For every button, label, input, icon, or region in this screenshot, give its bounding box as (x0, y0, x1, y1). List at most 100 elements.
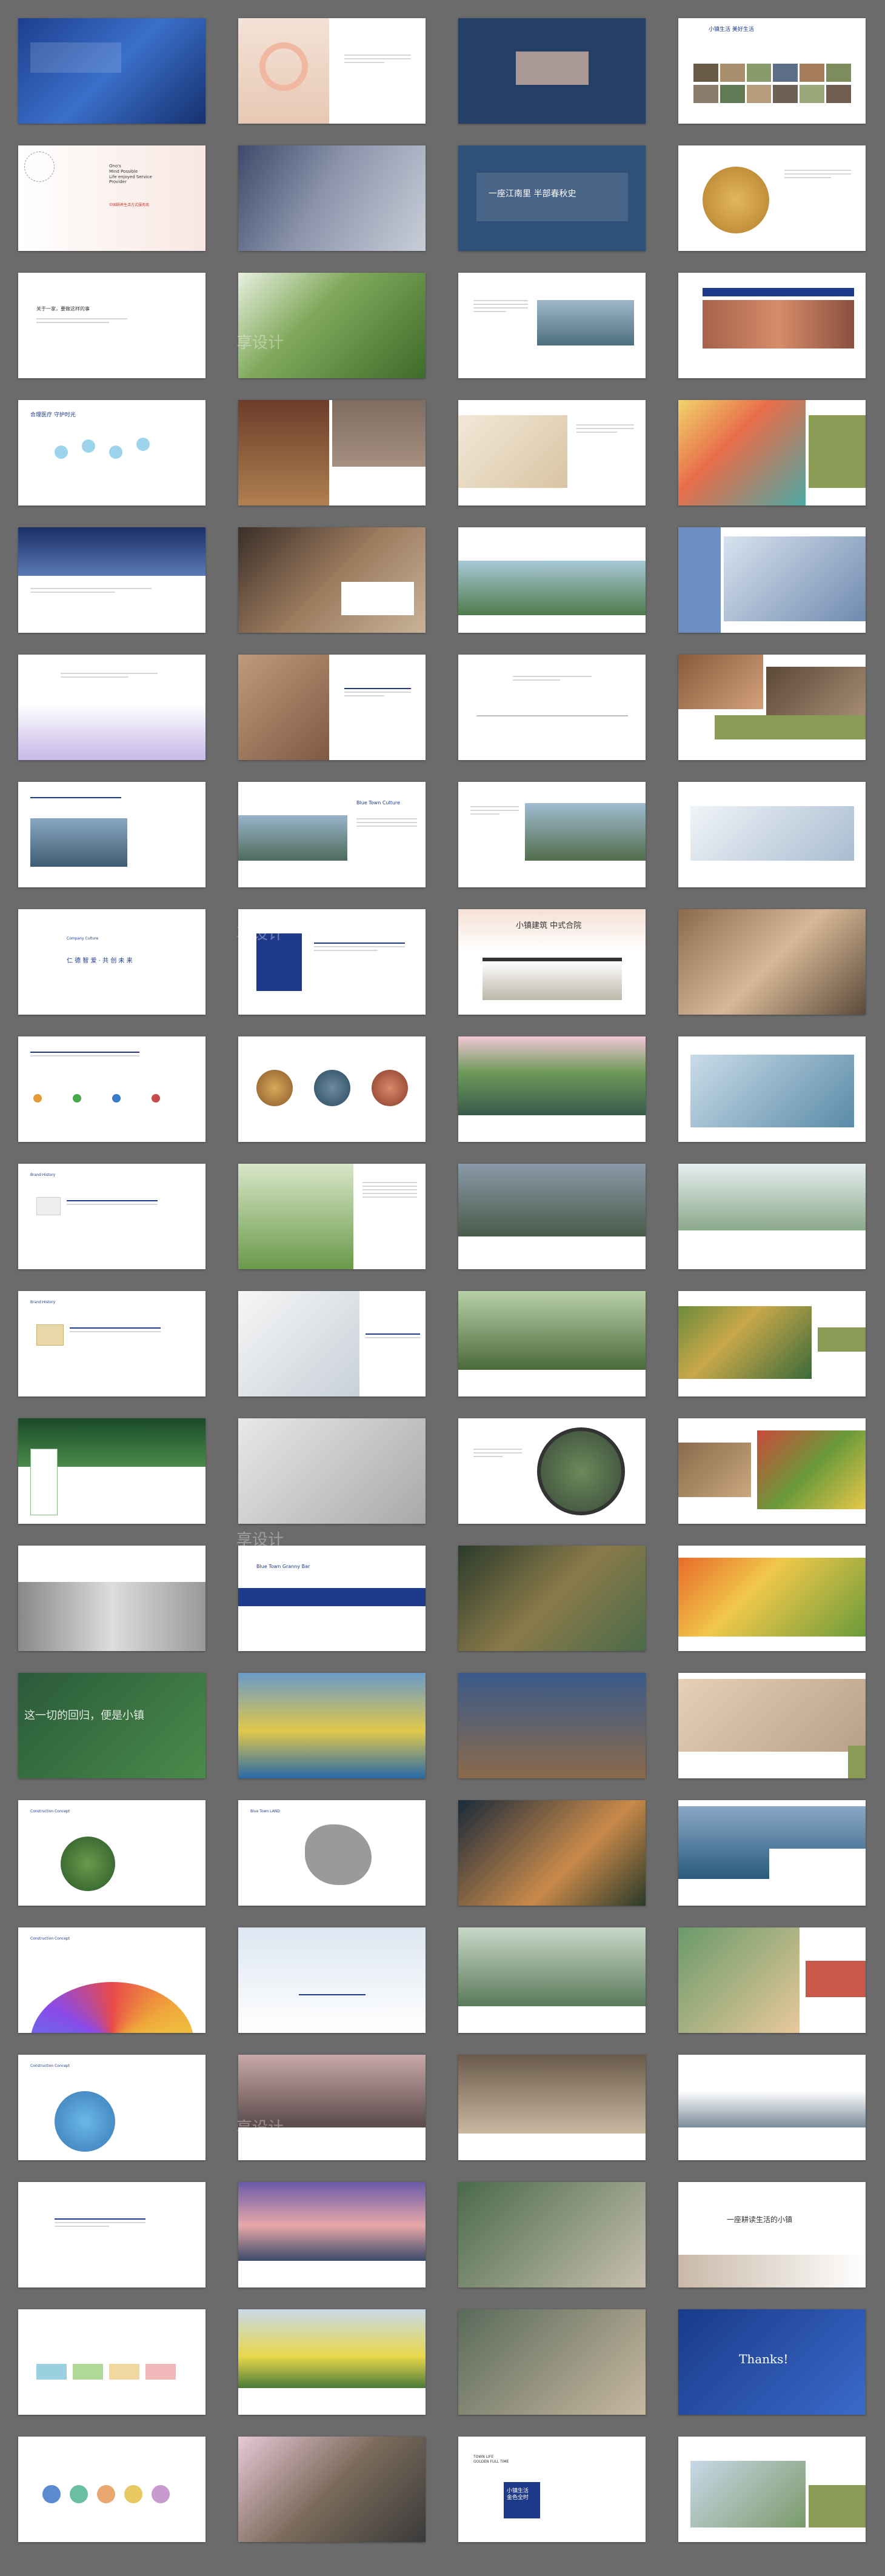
slide-37-title: Brand History (30, 1173, 56, 1177)
slide-37-brand-history[interactable]: Brand History (18, 1164, 205, 1269)
slide-72-farming-town[interactable]: 一座耕读生活的小镇 (678, 2182, 866, 2287)
slide-4-title: 小镇生活 美好生活 (709, 27, 754, 33)
slide-40-greenhouse[interactable] (678, 1164, 866, 1269)
slide-7-jiangnan-title[interactable]: 一座江南里 半部春秋史 (458, 145, 646, 251)
slide-4-town-life[interactable]: 小镇生活 美好生活 (678, 18, 866, 124)
slide-39-misty-house[interactable] (458, 1164, 646, 1269)
slide-29-motto: 仁 德 智 爱 · 共 创 未 来 (67, 958, 133, 964)
slide-79-chinese: 小镇生活 金色全时 (507, 2488, 529, 2501)
slide-10-green-plants[interactable] (238, 273, 426, 378)
slide-76-title: Thanks! (739, 2352, 789, 2366)
slide-61-title: Construction Concept (30, 1937, 70, 1941)
slide-70-lake-dusk[interactable] (238, 2182, 426, 2287)
slide-30-blue-block[interactable] (238, 909, 426, 1015)
slide-59-night-villa[interactable] (458, 1800, 646, 1906)
slide-71-pine-garden[interactable] (458, 2182, 646, 2287)
slide-54-lake[interactable] (238, 1673, 426, 1778)
slide-49-bw-faces[interactable] (18, 1546, 205, 1651)
slide-55-dusk-town[interactable] (458, 1673, 646, 1778)
slide-19-valley[interactable] (458, 527, 646, 633)
slide-33-badges[interactable] (18, 1036, 205, 1142)
slide-74-rape-fields[interactable] (238, 2309, 426, 2415)
slide-79-english: TOWN LIFE GOLDEN FULL TIME (473, 2455, 509, 2464)
slide-65-globe-cartoon[interactable]: Construction Concept (18, 2055, 205, 2160)
slide-14-library[interactable] (238, 400, 426, 506)
slide-17-dusk-dock[interactable] (18, 527, 205, 633)
slide-29-title: Company Culture (67, 936, 99, 941)
slide-24-restaurant[interactable] (678, 655, 866, 760)
slide-44-market[interactable] (678, 1291, 866, 1396)
slide-68-ink-mountains[interactable] (678, 2055, 866, 2160)
slide-35-garden-pond[interactable] (458, 1036, 646, 1142)
slide-5-english: Ono's Mind Possible Life enjoyed Service… (109, 164, 152, 185)
slide-57-title: Construction Concept (30, 1809, 70, 1814)
slide-2-heart-hands[interactable] (238, 18, 426, 124)
slide-75-villa-street[interactable] (458, 2309, 646, 2415)
slide-34-circles[interactable] (238, 1036, 426, 1142)
slide-58-title: Blue Town LAND (250, 1809, 280, 1814)
slide-41-certificate[interactable]: Brand History (18, 1291, 205, 1396)
slide-5-brand-intro[interactable]: Ono's Mind Possible Life enjoyed Service… (18, 145, 205, 251)
slide-43-pavilion[interactable] (458, 1291, 646, 1396)
slide-56-family[interactable] (678, 1673, 866, 1778)
slide-67-gate-path[interactable] (458, 2055, 646, 2160)
slide-31-title: 小镇建筑 中式合院 (516, 921, 582, 930)
slide-26-culture[interactable]: Blue Town Culture (238, 782, 426, 887)
slide-28-care-service[interactable] (678, 782, 866, 887)
slide-38-green-path[interactable] (238, 1164, 426, 1269)
slide-41-title: Brand History (30, 1300, 56, 1304)
slide-72-title: 一座耕读生活的小镇 (727, 2215, 793, 2224)
slide-20-gym[interactable] (678, 527, 866, 633)
slide-79-golden-time[interactable]: TOWN LIFE GOLDEN FULL TIME 小镇生活 金色全时 (458, 2437, 646, 2542)
slide-27-town-aerial[interactable] (458, 782, 646, 887)
slide-63-courtyard-day[interactable] (458, 1927, 646, 2033)
slide-7-title: 一座江南里 半部春秋史 (489, 189, 576, 199)
slide-61-rainbow[interactable]: Construction Concept (18, 1927, 205, 2033)
slide-25-aerial[interactable] (18, 782, 205, 887)
slide-76-thanks[interactable]: Thanks! (678, 2309, 866, 2415)
slide-42-doctors[interactable] (238, 1291, 426, 1396)
slide-57-construction-tree[interactable]: Construction Concept (18, 1800, 205, 1906)
slide-69-cycle[interactable] (18, 2182, 205, 2287)
slide-50-blue-band[interactable]: Blue Town Granny Bar (238, 1546, 426, 1651)
slide-1-cover-blue[interactable] (18, 18, 205, 124)
slide-64-pool[interactable] (678, 1927, 866, 2033)
slide-45-green-leaves[interactable] (18, 1418, 205, 1524)
slide-66-village-dusk[interactable] (238, 2055, 426, 2160)
slide-60-riverside[interactable] (678, 1800, 866, 1906)
slide-8-children[interactable] (678, 145, 866, 251)
slide-9-title: 关于一家，要做这样的事 (36, 306, 90, 312)
slide-6-students[interactable] (238, 145, 426, 251)
slide-15-map[interactable] (458, 400, 646, 506)
slide-23-bamboo-sketch[interactable] (458, 655, 646, 760)
slide-11-hills[interactable] (458, 273, 646, 378)
slide-36-garden-life[interactable] (678, 1036, 866, 1142)
slide-78-cherry-street[interactable] (238, 2437, 426, 2542)
slide-53-title: 这一切的回归，便是小镇 (24, 1709, 144, 1722)
slide-32-interior[interactable] (678, 909, 866, 1015)
slide-9-statement[interactable]: 关于一家，要做这样的事 (18, 273, 205, 378)
slide-48-vegetables[interactable] (678, 1418, 866, 1524)
slide-31-courtyard[interactable]: 小镇建筑 中式合院 (458, 909, 646, 1015)
slide-5-chinese: 中国颐养生活方式服务商 (109, 203, 150, 207)
slide-53-return-town[interactable]: 这一切的回归，便是小镇 (18, 1673, 205, 1778)
slide-77-color-circles[interactable] (18, 2437, 205, 2542)
slide-13-medical-timeline[interactable]: 合理医疗 守护时光 (18, 400, 205, 506)
slide-65-title: Construction Concept (30, 2064, 70, 2068)
slide-58-china-map[interactable]: Blue Town LAND (238, 1800, 426, 1906)
slide-52-produce[interactable] (678, 1546, 866, 1651)
slide-21-lavender[interactable] (18, 655, 205, 760)
slide-80-elder-family[interactable] (678, 2437, 866, 2542)
slide-contact-sheet: 小镇生活 美好生活 Ono's Mind Possible Life enjoy… (0, 0, 885, 2576)
slide-51-night-garden[interactable] (458, 1546, 646, 1651)
slide-29-company-culture[interactable]: Company Culture 仁 德 智 爱 · 共 创 未 来 (18, 909, 205, 1015)
slide-3-dark-title[interactable] (458, 18, 646, 124)
slide-73-swatches[interactable] (18, 2309, 205, 2415)
slide-18-service-staff[interactable] (238, 527, 426, 633)
slide-62-sky[interactable] (238, 1927, 426, 2033)
slide-46-elder-care[interactable] (238, 1418, 426, 1524)
slide-47-moon-gate[interactable] (458, 1418, 646, 1524)
slide-16-playground[interactable] (678, 400, 866, 506)
slide-12-activities[interactable] (678, 273, 866, 378)
slide-22-elders-photo[interactable] (238, 655, 426, 760)
